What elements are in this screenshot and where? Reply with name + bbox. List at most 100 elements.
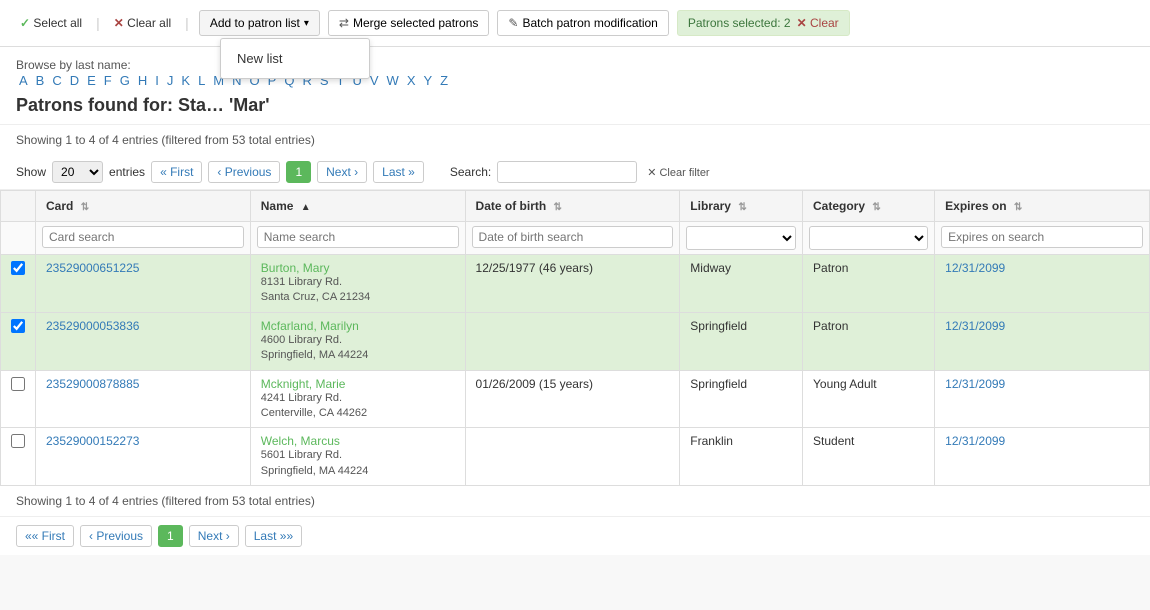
bottom-page-1-button[interactable]: 1 (158, 525, 183, 547)
row-name-link-1[interactable]: Mcfarland, Marilyn (261, 319, 359, 333)
table-row: 23529000878885 Mcknight, Marie4241 Librar… (1, 370, 1150, 428)
last-page-button[interactable]: Last » (373, 161, 424, 183)
library-search-select[interactable]: Midway Springfield Franklin (686, 226, 796, 250)
clear-filter-button[interactable]: ✕ Clear filter (643, 166, 713, 179)
show-entries-select[interactable]: 20 50 100 (52, 161, 103, 183)
row-expires-link-3[interactable]: 12/31/2099 (945, 434, 1005, 448)
select-all-label: Select all (33, 16, 82, 30)
separator-1: | (94, 15, 102, 31)
bottom-prev-button[interactable]: ‹ Previous (80, 525, 152, 547)
row-address-0: 8131 Library Rd.Santa Cruz, CA 21234 (261, 275, 455, 306)
sort-category-icon[interactable]: ⇅ (872, 202, 880, 213)
row-expires-cell-0: 12/31/2099 (935, 255, 1150, 313)
merge-selected-button[interactable]: ⇄ Merge selected patrons (328, 10, 489, 36)
th-category-label: Category (813, 199, 865, 213)
th-checkbox (1, 191, 36, 222)
row-card-link-1[interactable]: 23529000053836 (46, 319, 139, 333)
bottom-next-button[interactable]: Next › (189, 525, 239, 547)
row-name-link-2[interactable]: Mcknight, Marie (261, 377, 346, 391)
row-dob-cell-1 (465, 312, 680, 370)
row-name-link-0[interactable]: Burton, Mary (261, 261, 330, 275)
first-page-button[interactable]: « First (151, 161, 202, 183)
browse-letter-L[interactable]: L (195, 72, 208, 89)
name-search-input[interactable] (257, 226, 459, 248)
search-category-cell: Patron Young Adult Student (803, 222, 935, 255)
category-search-select[interactable]: Patron Young Adult Student (809, 226, 928, 250)
browse-letter-W[interactable]: W (384, 72, 402, 89)
search-input[interactable] (497, 161, 637, 183)
row-expires-link-0[interactable]: 12/31/2099 (945, 261, 1005, 275)
add-to-patron-list-button[interactable]: Add to patron list ▾ (199, 10, 320, 36)
clear-selection-label: Clear (810, 16, 839, 30)
row-checkbox-2[interactable] (11, 377, 25, 391)
row-checkbox-cell-3 (1, 428, 36, 486)
row-expires-link-1[interactable]: 12/31/2099 (945, 319, 1005, 333)
search-expires-cell (935, 222, 1150, 255)
sort-dob-icon[interactable]: ⇅ (554, 202, 562, 213)
entries-label: entries (109, 165, 145, 179)
table-search-row: Midway Springfield Franklin Patron Young… (1, 222, 1150, 255)
sort-card-icon[interactable]: ⇅ (81, 202, 89, 213)
batch-modification-button[interactable]: ✎ Batch patron modification (497, 10, 668, 36)
row-name-cell-1: Mcfarland, Marilyn4600 Library Rd.Spring… (250, 312, 465, 370)
th-name-label: Name (261, 199, 294, 213)
prev-page-button[interactable]: ‹ Previous (208, 161, 280, 183)
browse-letter-J[interactable]: J (164, 72, 177, 89)
row-card-link-2[interactable]: 23529000878885 (46, 377, 139, 391)
row-dob-cell-3 (465, 428, 680, 486)
browse-letter-B[interactable]: B (33, 72, 48, 89)
browse-letter-X[interactable]: X (404, 72, 419, 89)
th-expires-label: Expires on (945, 199, 1006, 213)
clear-all-button[interactable]: ✕ Clear all (110, 11, 175, 35)
row-category-cell-2: Young Adult (803, 370, 935, 428)
row-checkbox-cell-2 (1, 370, 36, 428)
table-row: 23529000651225 Burton, Mary8131 Library R… (1, 255, 1150, 313)
th-category: Category ⇅ (803, 191, 935, 222)
dob-search-input[interactable] (472, 226, 674, 248)
row-name-link-3[interactable]: Welch, Marcus (261, 434, 340, 448)
row-card-link-0[interactable]: 23529000651225 (46, 261, 139, 275)
browse-letter-A[interactable]: A (16, 72, 31, 89)
row-name-cell-0: Burton, Mary8131 Library Rd.Santa Cruz, … (250, 255, 465, 313)
row-address-3: 5601 Library Rd.Springfield, MA 44224 (261, 448, 455, 479)
sort-library-icon[interactable]: ⇅ (738, 202, 746, 213)
edit-icon: ✎ (508, 16, 518, 30)
patrons-selected-badge: Patrons selected: 2 ✕ Clear (677, 10, 850, 36)
row-expires-link-2[interactable]: 12/31/2099 (945, 377, 1005, 391)
row-expires-cell-3: 12/31/2099 (935, 428, 1150, 486)
expires-search-input[interactable] (941, 226, 1143, 248)
sort-expires-icon[interactable]: ⇅ (1014, 202, 1022, 213)
browse-letter-I[interactable]: I (152, 72, 162, 89)
row-card-link-3[interactable]: 23529000152273 (46, 434, 139, 448)
browse-letter-D[interactable]: D (67, 72, 82, 89)
row-card-cell-1: 23529000053836 (36, 312, 251, 370)
browse-letter-H[interactable]: H (135, 72, 150, 89)
row-library-cell-0: Midway (680, 255, 803, 313)
browse-section: Browse by last name: A B C D E F G H I J… (0, 47, 1150, 93)
browse-letter-Y[interactable]: Y (420, 72, 435, 89)
sort-name-icon[interactable]: ▲ (301, 202, 311, 213)
browse-letter-C[interactable]: C (49, 72, 64, 89)
browse-letter-F[interactable]: F (101, 72, 115, 89)
new-list-item[interactable]: New list (221, 45, 369, 72)
clear-selection-button[interactable]: ✕ Clear (797, 16, 839, 30)
browse-letter-Z[interactable]: Z (437, 72, 451, 89)
select-all-button[interactable]: ✓ Select all (16, 11, 86, 35)
row-checkbox-0[interactable] (11, 261, 25, 275)
showing-info-top: Showing 1 to 4 of 4 entries (filtered fr… (0, 125, 1150, 155)
bottom-first-button[interactable]: «« First (16, 525, 74, 547)
row-checkbox-1[interactable] (11, 319, 25, 333)
bottom-last-button[interactable]: Last »» (245, 525, 302, 547)
row-card-cell-3: 23529000152273 (36, 428, 251, 486)
page-1-button[interactable]: 1 (286, 161, 311, 183)
row-category-cell-0: Patron (803, 255, 935, 313)
next-page-button[interactable]: Next › (317, 161, 367, 183)
browse-letter-K[interactable]: K (178, 72, 193, 89)
browse-letter-E[interactable]: E (84, 72, 99, 89)
showing-info-bottom: Showing 1 to 4 of 4 entries (filtered fr… (0, 486, 1150, 516)
row-address-2: 4241 Library Rd.Centerville, CA 44262 (261, 391, 455, 422)
card-search-input[interactable] (42, 226, 244, 248)
browse-letter-G[interactable]: G (117, 72, 133, 89)
row-checkbox-3[interactable] (11, 434, 25, 448)
check-icon: ✓ (20, 16, 30, 30)
